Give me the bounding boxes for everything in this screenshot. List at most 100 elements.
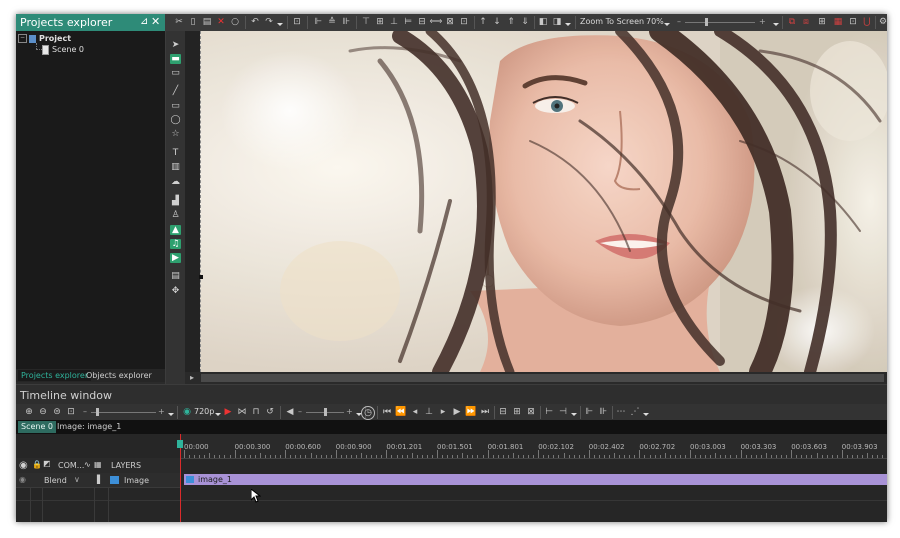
trim-icon[interactable]: ⊠: [526, 407, 536, 417]
ellipse-tool-icon[interactable]: ◯: [170, 115, 181, 125]
record-icon[interactable]: ○: [230, 17, 240, 27]
layers-grid-icon[interactable]: ▦: [94, 460, 102, 469]
go-start-icon[interactable]: ⏮: [382, 407, 392, 417]
track-eye-icon[interactable]: ◉: [19, 475, 26, 484]
tab-scene-0[interactable]: Scene 0: [18, 421, 57, 433]
timeline-zoom-dropdown-icon[interactable]: [168, 413, 174, 416]
pointer-icon[interactable]: ➤: [170, 40, 181, 50]
keyframe-dropdown-icon[interactable]: [643, 413, 649, 416]
undo-icon[interactable]: ↶: [250, 17, 260, 27]
zoom-100-icon[interactable]: ⊡: [66, 407, 76, 417]
pin-icon[interactable]: ⊿: [140, 16, 148, 27]
marker-dropdown-icon[interactable]: [571, 413, 577, 416]
zoom-slider-knob[interactable]: [705, 18, 708, 26]
stop-icon[interactable]: ⊥: [424, 407, 434, 417]
effects-tool-icon[interactable]: ▤: [170, 271, 181, 281]
composition-icon[interactable]: ◩: [43, 459, 51, 468]
image-tool-icon[interactable]: ▲: [170, 225, 181, 235]
track-row-image[interactable]: ◉ Blend ∨ ▌ Image: [16, 473, 180, 488]
volume-minus[interactable]: –: [298, 407, 302, 416]
audio-tool-icon[interactable]: ♫: [170, 239, 181, 249]
align-left-icon[interactable]: ⊩: [313, 17, 323, 27]
speech-tool-icon[interactable]: ☁: [170, 177, 181, 187]
snap-grid-icon[interactable]: ⧈: [801, 17, 811, 27]
keyframe-next-icon[interactable]: ⋰: [630, 407, 640, 417]
zoom-mode-button[interactable]: Zoom To Screen: [580, 17, 644, 26]
volume-knob[interactable]: [324, 408, 327, 416]
timeline-zoom-plus[interactable]: +: [158, 407, 165, 416]
delete-icon[interactable]: ✕: [216, 17, 226, 27]
audio-wave-icon[interactable]: ∿: [84, 460, 91, 469]
zoom-slider[interactable]: [685, 22, 755, 23]
marker-out-icon[interactable]: ⊣: [558, 407, 568, 417]
blend-dropdown-icon[interactable]: ∨: [74, 475, 80, 484]
resolution-dropdown-icon[interactable]: [215, 413, 221, 416]
rectangle-tool-icon[interactable]: ▭: [170, 101, 181, 111]
move-up-icon[interactable]: ↑: [478, 17, 488, 27]
zoom-plus-icon[interactable]: +: [759, 17, 766, 26]
clock-icon[interactable]: ◷: [361, 406, 375, 420]
playhead[interactable]: [177, 434, 183, 522]
marker-in-icon[interactable]: ⊢: [544, 407, 554, 417]
blend-mode-select[interactable]: Blend: [44, 476, 67, 485]
video-tool-icon[interactable]: ▶: [170, 253, 181, 263]
tab-objects-explorer[interactable]: Objects explorer: [83, 370, 155, 381]
fit-size-icon[interactable]: ⊡: [459, 17, 469, 27]
resolution-select[interactable]: 720p: [194, 407, 214, 416]
rewind-icon[interactable]: ↺: [265, 407, 275, 417]
move-tool-icon[interactable]: ✥: [170, 286, 181, 296]
volume-icon[interactable]: ◀: [285, 407, 295, 417]
align-top-icon[interactable]: ⊤: [361, 17, 371, 27]
group-icon[interactable]: ◧: [538, 17, 548, 27]
align-right-icon[interactable]: ⊪: [341, 17, 351, 27]
move-top-icon[interactable]: ⇑: [506, 17, 516, 27]
guides-icon[interactable]: ▦: [833, 17, 843, 27]
preview-eye-icon[interactable]: ◉: [182, 407, 192, 417]
distribute-h-icon[interactable]: ⊨: [403, 17, 413, 27]
zoom-extra-dropdown-icon[interactable]: [773, 23, 779, 26]
snap-icon[interactable]: ⧉: [787, 17, 797, 27]
cut-icon[interactable]: ✂: [174, 17, 184, 27]
play-red-icon[interactable]: ▶: [223, 407, 233, 417]
paste-icon[interactable]: ▤: [202, 17, 212, 27]
align-middle-icon[interactable]: ⊞: [375, 17, 385, 27]
playhead-handle[interactable]: [177, 440, 183, 448]
add-object-icon[interactable]: ▬: [170, 54, 181, 64]
grid-icon[interactable]: ⊞: [817, 17, 827, 27]
safe-area-icon[interactable]: ⊡: [848, 17, 858, 27]
canvas-horizontal-scrollbar[interactable]: ▸: [185, 372, 887, 384]
scroll-right-icon[interactable]: ▸: [190, 373, 194, 382]
select-all-icon[interactable]: ⊡: [292, 17, 302, 27]
keyframe-prev-icon[interactable]: ⋯: [616, 407, 626, 417]
timeline-tracks[interactable]: 00:000 00:00.300 00:00.600 00:00.900 00:01.2…: [177, 434, 887, 522]
subtitles-tool-icon[interactable]: ▥: [170, 162, 181, 172]
step-back-fast-icon[interactable]: ⏪: [395, 407, 406, 417]
zoom-level[interactable]: 70%: [646, 17, 664, 26]
move-bottom-icon[interactable]: ⇓: [520, 17, 530, 27]
step-back-icon[interactable]: ◂: [410, 407, 420, 417]
image-track-clip[interactable]: image_1: [184, 474, 887, 485]
step-forward-icon[interactable]: ▸: [438, 407, 448, 417]
ungroup-icon[interactable]: ◨: [552, 17, 562, 27]
zoom-minus-icon[interactable]: –: [677, 17, 681, 26]
play-icon[interactable]: ▶: [452, 407, 462, 417]
scrollbar-thumb[interactable]: [201, 374, 884, 382]
freeform-tool-icon[interactable]: ☆: [170, 129, 181, 139]
add-video-icon[interactable]: ▭: [170, 68, 181, 78]
scene-canvas[interactable]: [200, 31, 887, 372]
step-forward-fast-icon[interactable]: ⏩: [465, 407, 476, 417]
time-ruler[interactable]: 00:000 00:00.300 00:00.600 00:00.900 00:01.2…: [180, 434, 887, 459]
zoom-fit-icon[interactable]: ⊜: [52, 407, 62, 417]
zoom-dropdown-icon[interactable]: [664, 23, 670, 26]
fit-width-icon[interactable]: ⟺: [430, 17, 443, 27]
snap-left-icon[interactable]: ⊩: [584, 407, 594, 417]
align-center-icon[interactable]: ≙: [327, 17, 337, 27]
split-icon[interactable]: ⊟: [498, 407, 508, 417]
text-tool-icon[interactable]: T: [170, 148, 181, 158]
tab-image-1[interactable]: Image: image_1: [54, 421, 124, 433]
timeline-zoom-knob[interactable]: [96, 408, 99, 416]
copy-icon[interactable]: ▯: [188, 17, 198, 27]
redo-icon[interactable]: ↷: [264, 17, 274, 27]
settings-gear-icon[interactable]: ⚙: [878, 17, 887, 27]
volume-plus[interactable]: +: [346, 407, 353, 416]
